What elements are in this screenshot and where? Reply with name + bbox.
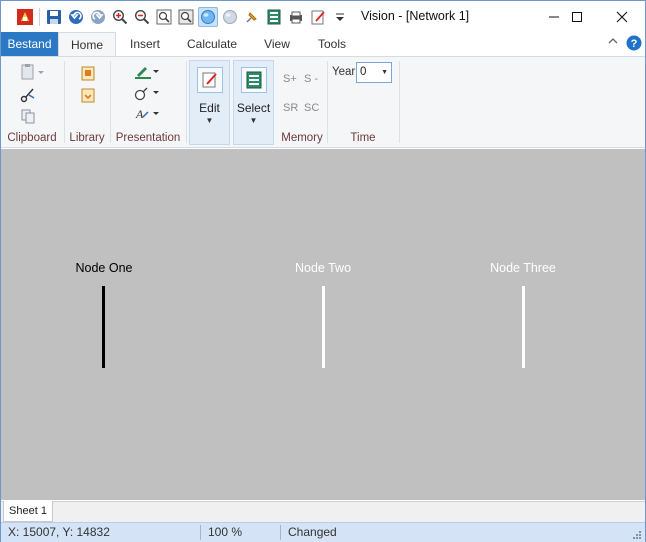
group-library: Library <box>65 57 109 147</box>
node-one-bar[interactable] <box>102 286 105 368</box>
maximize-button[interactable] <box>554 1 600 32</box>
close-icon <box>616 11 628 22</box>
tab-calculate[interactable]: Calculate <box>179 32 245 56</box>
sphere-icon[interactable] <box>220 7 240 27</box>
zoom-out-icon[interactable] <box>132 7 152 27</box>
collapse-ribbon-icon[interactable] <box>607 35 623 51</box>
status-state: Changed <box>288 525 337 539</box>
status-bar: X: 15007, Y: 14832 100 % Changed <box>1 522 645 542</box>
group-separator <box>186 61 187 143</box>
group-label-time: Time <box>350 132 376 144</box>
svg-text:?: ? <box>631 38 638 50</box>
edit-icon[interactable] <box>308 7 328 27</box>
label-style-icon[interactable]: A <box>134 105 160 123</box>
node-three-label[interactable]: Node Three <box>463 261 583 275</box>
node-one-label[interactable]: Node One <box>44 261 164 275</box>
memory-store-minus-button[interactable]: S - <box>304 73 318 85</box>
window-title: Vision - [Network 1] <box>361 9 470 23</box>
title-bar: Vision - [Network 1] <box>1 1 645 32</box>
app-window: Vision - [Network 1] Bestand Home Insert… <box>0 0 646 542</box>
group-presentation: A Presentation <box>111 57 185 147</box>
status-separator <box>280 525 281 540</box>
library-open-icon[interactable] <box>79 64 97 82</box>
group-time: Time <box>328 57 398 147</box>
edit-button-label: Edit <box>199 101 220 115</box>
library-save-icon[interactable] <box>79 86 97 104</box>
edit-button[interactable]: Edit ▼ <box>189 60 230 145</box>
undo-icon[interactable] <box>66 7 86 27</box>
save-icon[interactable] <box>44 7 64 27</box>
group-separator <box>399 61 400 143</box>
tab-bestand[interactable]: Bestand <box>1 32 58 56</box>
copy-icon[interactable] <box>19 107 37 125</box>
tab-home[interactable]: Home <box>58 32 116 57</box>
zoom-all-icon[interactable] <box>176 7 196 27</box>
help-icon[interactable]: ? <box>626 35 642 51</box>
group-label-memory: Memory <box>281 132 323 144</box>
paste-icon[interactable] <box>19 63 47 81</box>
memory-store-plus-button[interactable]: S+ <box>283 73 297 85</box>
chevron-down-icon: ▼ <box>205 116 214 125</box>
select-sphere-icon[interactable] <box>198 7 218 27</box>
memory-clear-button[interactable]: SC <box>304 102 319 114</box>
memory-restore-button[interactable]: SR <box>283 102 298 114</box>
ribbon: Clipboard Library A Presentation Edit ▼ … <box>1 56 645 148</box>
status-separator <box>200 525 201 540</box>
quick-access-toolbar <box>15 6 352 28</box>
status-zoom: 100 % <box>208 525 243 539</box>
tab-insert[interactable]: Insert <box>118 32 172 56</box>
svg-text:A: A <box>135 107 144 121</box>
group-memory: S+ S - SR SC Memory <box>277 57 327 147</box>
tab-tools[interactable]: Tools <box>307 32 357 56</box>
resize-grip-icon[interactable] <box>631 529 642 540</box>
zoom-window-icon[interactable] <box>154 7 174 27</box>
close-button[interactable] <box>599 1 645 32</box>
chevron-down-icon: ▼ <box>249 116 258 125</box>
select-button-label: Select <box>236 101 271 115</box>
group-label-library: Library <box>69 132 105 144</box>
select-mode-icon <box>241 67 267 93</box>
sheet-tab-bar: Sheet 1 <box>1 501 645 522</box>
pin-icon[interactable] <box>242 7 262 27</box>
status-coordinates: X: 15007, Y: 14832 <box>8 525 110 539</box>
app-icon[interactable] <box>15 7 35 27</box>
maximize-icon <box>572 11 582 22</box>
select-button[interactable]: Select ▼ <box>233 60 274 145</box>
customize-dropdown-icon[interactable] <box>330 7 350 27</box>
node-three-bar[interactable] <box>522 286 525 368</box>
ribbon-tabs: Bestand Home Insert Calculate View Tools… <box>1 32 645 57</box>
symbol-style-icon[interactable] <box>134 84 160 102</box>
toolbar-separator <box>39 8 40 26</box>
cut-icon[interactable] <box>19 86 37 104</box>
display-icon[interactable] <box>264 7 284 27</box>
tab-view[interactable]: View <box>254 32 300 56</box>
print-icon[interactable] <box>286 7 306 27</box>
zoom-in-icon[interactable] <box>110 7 130 27</box>
node-two-label[interactable]: Node Two <box>263 261 383 275</box>
edit-mode-icon <box>197 67 223 93</box>
network-canvas[interactable]: Node One Node Two Node Three <box>1 149 645 500</box>
group-label-clipboard: Clipboard <box>7 132 57 144</box>
color-pen-icon[interactable] <box>134 63 160 81</box>
group-label-presentation: Presentation <box>115 132 181 144</box>
sheet-tab[interactable]: Sheet 1 <box>3 501 53 522</box>
redo-icon[interactable] <box>88 7 108 27</box>
group-clipboard: Clipboard <box>1 57 63 147</box>
node-two-bar[interactable] <box>322 286 325 368</box>
